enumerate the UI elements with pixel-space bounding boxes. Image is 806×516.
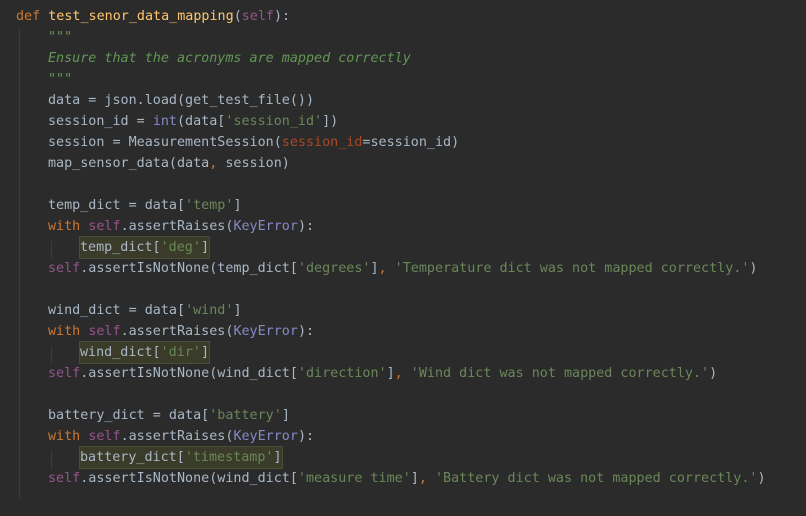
code-token: session) xyxy=(225,156,290,171)
code-token: session = MeasurementSession( xyxy=(48,135,282,150)
code-token: , xyxy=(394,366,411,381)
code-editor[interactable]: def test_senor_data_mapping(self): """ Ens… xyxy=(0,0,806,516)
code-token: ] xyxy=(410,471,419,486)
code-token: .assertRaises( xyxy=(120,324,234,339)
code-token: 'wind' xyxy=(185,303,234,318)
code-token: (data[ xyxy=(177,114,226,129)
code-token: KeyError xyxy=(233,324,298,339)
code-token: .assertIsNotNone(wind_dict[ xyxy=(80,471,298,486)
code-line[interactable]: battery_dict['timestamp'] xyxy=(79,446,283,469)
code-token: self xyxy=(48,261,81,276)
code-token: 'degrees' xyxy=(297,261,371,276)
indent-guide xyxy=(51,346,52,364)
code-token: """ xyxy=(48,30,73,45)
code-token: with xyxy=(48,324,89,339)
code-line[interactable]: """ xyxy=(48,69,72,90)
code-token: .assertIsNotNone(temp_dict[ xyxy=(80,261,298,276)
code-line[interactable]: data = json.load(get_test_file()) xyxy=(48,90,314,111)
code-token: temp_dict[ xyxy=(80,240,161,255)
code-token: with xyxy=(48,429,89,444)
indent-guide xyxy=(51,451,52,469)
code-line[interactable]: map_sensor_data(data, session) xyxy=(48,153,290,174)
code-token: ]) xyxy=(322,114,339,129)
code-line[interactable]: session = MeasurementSession(session_id=… xyxy=(48,132,459,153)
code-token: self xyxy=(88,219,121,234)
code-token: self xyxy=(241,9,274,24)
code-token: ): xyxy=(297,219,315,234)
code-token: with xyxy=(48,219,89,234)
code-token: ): xyxy=(274,9,291,24)
code-token: ] xyxy=(273,450,282,465)
code-token: ] xyxy=(386,366,395,381)
code-token: test_senor_data_mapping xyxy=(48,9,234,24)
code-token: int xyxy=(152,114,177,129)
code-token: ] xyxy=(370,261,379,276)
code-line[interactable]: wind_dict = data['wind'] xyxy=(48,300,242,321)
code-token: self xyxy=(88,429,121,444)
code-token: 'measure time' xyxy=(297,471,411,486)
code-token: .assertRaises( xyxy=(120,219,234,234)
code-token: , xyxy=(378,261,395,276)
code-token: ( xyxy=(233,9,242,24)
code-token: 'Temperature dict was not mapped correct… xyxy=(394,261,750,276)
code-line[interactable]: self.assertIsNotNone(temp_dict['degrees'… xyxy=(48,258,757,279)
code-line[interactable]: self.assertIsNotNone(wind_dict['directio… xyxy=(48,363,717,384)
code-token: 'direction' xyxy=(297,366,387,381)
code-line[interactable]: with self.assertRaises(KeyError): xyxy=(48,321,314,342)
code-token: ) xyxy=(757,471,766,486)
code-token: ] xyxy=(200,240,209,255)
code-token: 'dir' xyxy=(160,345,201,360)
code-token: session_id xyxy=(281,135,363,150)
code-token: ): xyxy=(297,324,315,339)
code-token: Ensure that the acronyms are mapped corr… xyxy=(48,51,411,66)
code-token: KeyError xyxy=(233,219,298,234)
code-line[interactable]: wind_dict['dir'] xyxy=(79,341,210,364)
code-token: ] xyxy=(200,345,209,360)
code-token: session_id = xyxy=(48,114,153,129)
code-line[interactable]: temp_dict = data['temp'] xyxy=(48,195,242,216)
code-token: 'timestamp' xyxy=(184,450,274,465)
indent-guide xyxy=(51,241,52,259)
code-token: self xyxy=(48,471,81,486)
code-token: def xyxy=(16,9,49,24)
indent-guide xyxy=(19,28,20,498)
code-line[interactable]: """ xyxy=(48,27,72,48)
code-line[interactable]: with self.assertRaises(KeyError): xyxy=(48,216,314,237)
code-token: ) xyxy=(709,366,718,381)
code-token: battery_dict = data[ xyxy=(48,408,210,423)
code-token: map_sensor_data(data xyxy=(48,156,210,171)
code-token: =session_id) xyxy=(362,135,460,150)
code-token: ] xyxy=(233,198,242,213)
code-line[interactable]: session_id = int(data['session_id']) xyxy=(48,111,338,132)
code-token: wind_dict = data[ xyxy=(48,303,186,318)
code-line[interactable]: self.assertIsNotNone(wind_dict['measure … xyxy=(48,468,766,489)
code-token: wind_dict[ xyxy=(80,345,161,360)
code-token: ] xyxy=(233,303,242,318)
code-token: 'session_id' xyxy=(225,114,323,129)
code-line[interactable]: battery_dict = data['battery'] xyxy=(48,405,290,426)
code-token: battery_dict[ xyxy=(80,450,185,465)
code-token: 'deg' xyxy=(160,240,201,255)
code-token: temp_dict = data[ xyxy=(48,198,186,213)
code-token: , xyxy=(418,471,435,486)
code-token: 'temp' xyxy=(185,198,234,213)
code-token: KeyError xyxy=(233,429,298,444)
code-token: self xyxy=(48,366,81,381)
code-token: data = json.load(get_test_file()) xyxy=(48,93,315,108)
code-token: ): xyxy=(297,429,315,444)
code-token: ] xyxy=(281,408,290,423)
code-token: self xyxy=(88,324,121,339)
code-token: """ xyxy=(48,72,73,87)
code-line[interactable]: with self.assertRaises(KeyError): xyxy=(48,426,314,447)
code-token: 'battery' xyxy=(209,408,282,423)
code-token: 'Wind dict was not mapped correctly.' xyxy=(410,366,710,381)
code-token: ) xyxy=(749,261,758,276)
code-token: .assertRaises( xyxy=(120,429,234,444)
code-line[interactable]: Ensure that the acronyms are mapped corr… xyxy=(48,48,411,69)
code-token: .assertIsNotNone(wind_dict[ xyxy=(80,366,298,381)
code-token: 'Battery dict was not mapped correctly.' xyxy=(434,471,758,486)
code-token: , xyxy=(209,156,226,171)
code-line[interactable]: def test_senor_data_mapping(self): xyxy=(16,6,290,27)
code-line[interactable]: temp_dict['deg'] xyxy=(79,236,210,259)
